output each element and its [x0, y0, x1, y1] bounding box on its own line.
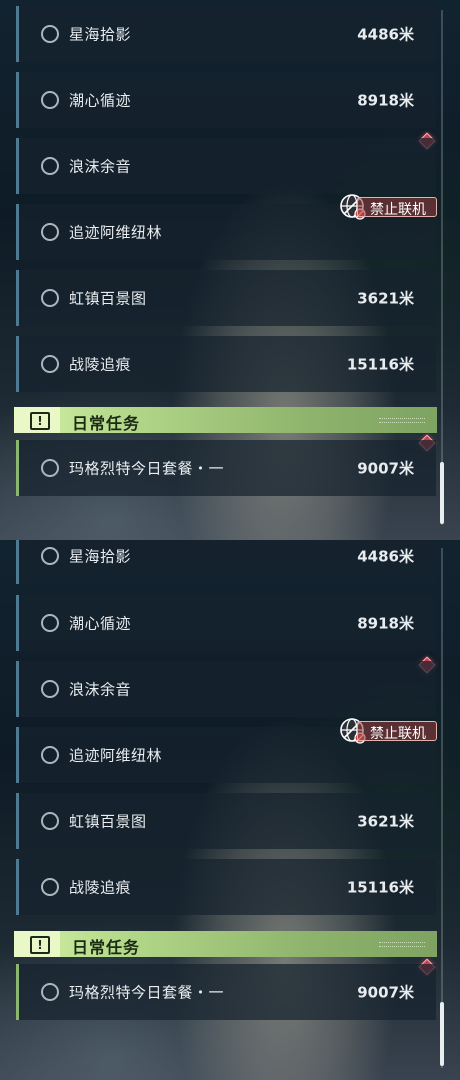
daily-tasks-title: 日常任务	[72, 938, 141, 957]
quest-distance: 4486米	[357, 25, 414, 44]
daily-tasks-title: 日常任务	[72, 414, 141, 433]
quest-name: 虹镇百景图	[69, 289, 147, 308]
quest-item-zhanling[interactable]: 战陵追痕 15116米	[16, 859, 436, 915]
circle-icon	[41, 547, 59, 565]
quest-panel-top: 星海拾影 4486米 潮心循迹 8918米 浪沫余音 追迹阿维纽林 禁止联机 虹…	[0, 0, 460, 540]
circle-icon	[41, 878, 59, 896]
circle-icon	[41, 157, 59, 175]
quest-item-chaoxin[interactable]: 潮心循迹 8918米	[16, 72, 436, 128]
quest-item-langmo[interactable]: 浪沫余音	[16, 661, 436, 717]
quest-name: 浪沫余音	[69, 680, 132, 699]
circle-icon	[41, 812, 59, 830]
quest-item-xinghai[interactable]: 星海拾影 4486米	[16, 540, 436, 584]
quest-item-xinghai[interactable]: 星海拾影 4486米	[16, 6, 436, 62]
quest-name: 星海拾影	[69, 547, 132, 566]
circle-icon	[41, 746, 59, 764]
quest-name: 潮心循迹	[69, 91, 132, 110]
quest-distance: 8918米	[357, 91, 414, 110]
quest-name: 潮心循迹	[69, 614, 132, 633]
quest-item-zhanling[interactable]: 战陵追痕 15116米	[16, 336, 436, 392]
quest-name: 追迹阿维纽林	[69, 223, 163, 242]
daily-quest-item[interactable]: 玛格烈特今日套餐・一 9007米	[16, 440, 436, 496]
quest-name: 玛格烈特今日套餐・一	[69, 983, 225, 1002]
daily-tasks-header: ! 日常任务	[14, 407, 437, 433]
quest-distance: 9007米	[357, 459, 414, 478]
scrollbar-thumb[interactable]	[440, 1002, 444, 1066]
quest-distance: 9007米	[357, 983, 414, 1002]
quest-panel-bottom: 星海拾影 4486米 潮心循迹 8918米 浪沫余音 追迹阿维纽林 禁止联机 虹…	[0, 540, 460, 1080]
circle-icon	[41, 223, 59, 241]
quest-name: 追迹阿维纽林	[69, 746, 163, 765]
no-online-badge: 禁止联机	[340, 718, 438, 744]
exclamation-icon-box: !	[14, 931, 60, 957]
no-online-label-box: 禁止联机	[357, 721, 437, 742]
daily-tasks-header: ! 日常任务	[14, 931, 437, 957]
circle-icon	[41, 983, 59, 1001]
quest-item-chaoxin[interactable]: 潮心循迹 8918米	[16, 595, 436, 651]
circle-icon	[41, 355, 59, 373]
no-online-label-box: 禁止联机	[357, 197, 437, 218]
quest-name: 战陵追痕	[69, 878, 132, 897]
scrollbar-thumb[interactable]	[440, 462, 444, 524]
circle-icon	[41, 25, 59, 43]
no-online-badge: 禁止联机	[340, 194, 438, 220]
quest-distance: 15116米	[346, 355, 414, 374]
circle-icon	[41, 680, 59, 698]
header-decoration	[379, 942, 425, 947]
daily-quest-item[interactable]: 玛格烈特今日套餐・一 9007米	[16, 964, 436, 1020]
quest-name: 玛格烈特今日套餐・一	[69, 459, 225, 478]
exclamation-icon-box: !	[14, 407, 60, 433]
header-decoration	[379, 418, 425, 423]
quest-item-hongzhen[interactable]: 虹镇百景图 3621米	[16, 270, 436, 326]
scrollbar-track[interactable]	[441, 10, 443, 525]
quest-distance: 8918米	[357, 614, 414, 633]
quest-distance: 4486米	[357, 547, 414, 566]
quest-item-hongzhen[interactable]: 虹镇百景图 3621米	[16, 793, 436, 849]
no-online-label: 禁止联机	[370, 726, 426, 742]
circle-icon	[41, 289, 59, 307]
exclamation-icon: !	[30, 936, 50, 954]
circle-icon	[41, 614, 59, 632]
circle-icon	[41, 459, 59, 477]
no-online-label: 禁止联机	[370, 202, 426, 218]
exclamation-icon: !	[30, 412, 50, 430]
circle-icon	[41, 91, 59, 109]
quest-item-langmo[interactable]: 浪沫余音	[16, 138, 436, 194]
quest-distance: 3621米	[357, 289, 414, 308]
quest-name: 星海拾影	[69, 25, 132, 44]
quest-distance: 15116米	[346, 878, 414, 897]
quest-distance: 3621米	[357, 812, 414, 831]
quest-name: 浪沫余音	[69, 157, 132, 176]
scrollbar-track[interactable]	[441, 548, 443, 1068]
quest-name: 虹镇百景图	[69, 812, 147, 831]
quest-name: 战陵追痕	[69, 355, 132, 374]
